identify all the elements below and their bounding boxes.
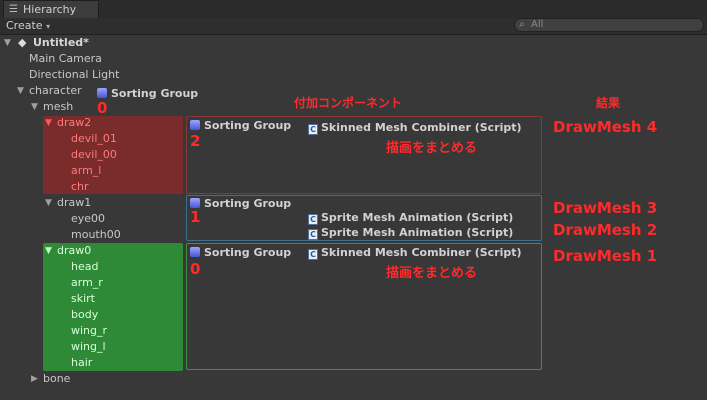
mesh-sorting-order: 0: [97, 99, 108, 117]
expand-arrow-icon[interactable]: ▼: [31, 99, 38, 115]
tab-hierarchy[interactable]: ☰ Hierarchy: [3, 0, 99, 18]
sorting-group-icon: [190, 120, 200, 130]
tab-label: Hierarchy: [23, 3, 77, 16]
tree-item[interactable]: skirt: [71, 291, 95, 307]
tree-item-draw2[interactable]: draw2: [57, 115, 91, 131]
draw1-sorting-order: 1: [190, 208, 201, 226]
script-icon: C: [308, 124, 318, 135]
expand-arrow-icon[interactable]: ▼: [17, 83, 24, 99]
list-icon: ☰: [9, 4, 18, 15]
tree-item[interactable]: mouth00: [71, 227, 121, 243]
tree-item[interactable]: arm_l: [71, 163, 101, 179]
tree-item-mesh[interactable]: mesh: [43, 99, 73, 115]
mesh-sorting-group: Sorting Group: [97, 87, 198, 100]
result-drawmesh-2: DrawMesh 2: [553, 221, 658, 239]
sorting-group-icon: [190, 198, 200, 208]
result-header: 結果: [596, 96, 621, 110]
tree-item[interactable]: chr: [71, 179, 89, 195]
tree-item[interactable]: body: [71, 307, 98, 323]
expand-arrow-icon[interactable]: ▼: [45, 243, 52, 259]
collapsed-arrow-icon[interactable]: ▶: [31, 371, 38, 387]
tree-item-draw0[interactable]: draw0: [57, 243, 91, 259]
scene-name[interactable]: Untitled*: [33, 35, 89, 51]
tree-item-character[interactable]: character: [29, 83, 82, 99]
draw1-sorting-group: Sorting Group: [190, 197, 291, 210]
draw2-combine-note: 描画をまとめる: [386, 141, 478, 156]
tree-item[interactable]: head: [71, 259, 98, 275]
script-icon: C: [308, 214, 318, 225]
draw0-sorting-group: Sorting Group: [190, 246, 291, 259]
draw2-sorting-order: 2: [190, 132, 201, 150]
sorting-group-icon: [190, 247, 200, 257]
tree-item[interactable]: wing_r: [71, 323, 107, 339]
search-placeholder: All: [531, 19, 544, 30]
tree-item[interactable]: eye00: [71, 211, 105, 227]
draw1-component-sprite-mesh-animation-1: C Sprite Mesh Animation (Script): [308, 211, 513, 225]
tree-item-bone[interactable]: bone: [43, 371, 70, 387]
expand-arrow-icon[interactable]: ▼: [45, 195, 52, 211]
script-icon: C: [308, 229, 318, 240]
result-drawmesh-3: DrawMesh 3: [553, 199, 658, 217]
dropdown-arrow-icon: ▾: [46, 22, 51, 31]
create-button[interactable]: Create ▾: [6, 19, 50, 32]
tree-item[interactable]: hair: [71, 355, 92, 371]
search-input[interactable]: ⌕ All: [514, 18, 704, 32]
expand-arrow-icon[interactable]: ▼: [45, 115, 52, 131]
search-icon: ⌕: [519, 19, 525, 30]
draw2-component-skinned-mesh-combiner: C Skinned Mesh Combiner (Script): [308, 121, 522, 135]
draw0-highlight: [43, 243, 183, 371]
components-header: 付加コンポーネント: [294, 96, 403, 110]
create-label: Create: [6, 19, 43, 32]
tree-item[interactable]: devil_01: [71, 131, 117, 147]
tree-item-draw1[interactable]: draw1: [57, 195, 91, 211]
result-drawmesh-4: DrawMesh 4: [553, 118, 658, 136]
tree-item-main-camera[interactable]: Main Camera: [29, 51, 102, 67]
script-icon: C: [308, 249, 318, 260]
draw0-combine-note: 描画をまとめる: [386, 266, 478, 281]
draw0-sorting-order: 0: [190, 260, 201, 278]
unity-logo-icon: ◆: [18, 36, 27, 49]
tree-item[interactable]: arm_r: [71, 275, 103, 291]
title-bar: [0, 0, 707, 18]
draw2-sorting-group: Sorting Group: [190, 119, 291, 132]
draw0-component-skinned-mesh-combiner: C Skinned Mesh Combiner (Script): [308, 246, 522, 260]
tree-item[interactable]: wing_l: [71, 339, 106, 355]
sorting-group-icon: [97, 88, 107, 98]
result-drawmesh-1: DrawMesh 1: [553, 247, 658, 265]
tree-item[interactable]: devil_00: [71, 147, 117, 163]
tree-item-directional-light[interactable]: Directional Light: [29, 67, 119, 83]
expand-arrow-icon[interactable]: ▼: [4, 35, 11, 51]
draw1-component-sprite-mesh-animation-2: C Sprite Mesh Animation (Script): [308, 226, 513, 240]
draw0-component-box: [186, 243, 542, 370]
